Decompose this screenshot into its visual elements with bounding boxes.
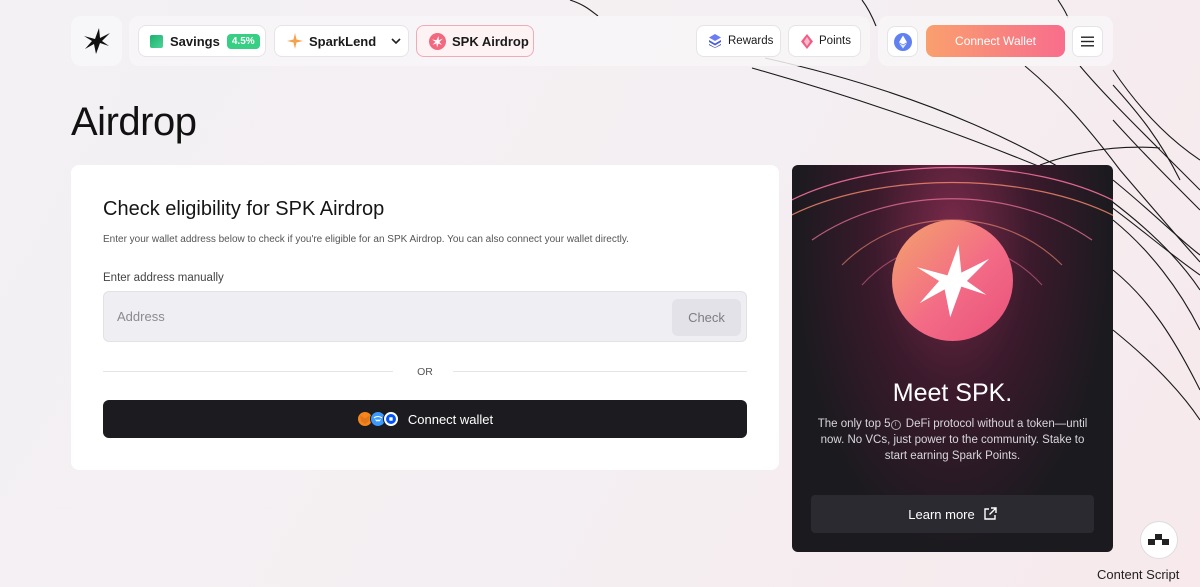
page-title: Airdrop (71, 100, 197, 144)
promo-title: Meet SPK. (892, 379, 1013, 407)
or-separator: OR (417, 366, 433, 378)
spark-star-icon (83, 28, 110, 54)
content-script-label: Content Script (1097, 567, 1180, 582)
spk-token-icon (429, 32, 446, 50)
eligibility-title: Check eligibility for SPK Airdrop (103, 198, 385, 220)
spark-logo-button[interactable] (71, 16, 122, 66)
nav-rewards[interactable]: Rewards (696, 25, 781, 57)
wallet-controls: Connect Wallet (878, 16, 1113, 66)
learn-more-label: Learn more (908, 506, 975, 522)
network-selector-button[interactable] (887, 26, 918, 57)
eligibility-description: Enter your wallet address below to check… (103, 234, 629, 245)
spk-token-large-icon (892, 220, 1013, 341)
menu-button[interactable] (1072, 26, 1103, 57)
content-script-button[interactable] (1140, 521, 1178, 559)
address-field-label: Enter address manually (103, 272, 224, 284)
nav-sparklend-dropdown[interactable]: SparkLend (274, 25, 409, 57)
header-connect-wallet-button[interactable]: Connect Wallet (926, 25, 1065, 57)
chevron-down-icon (391, 38, 401, 45)
hamburger-menu-icon (1081, 36, 1094, 47)
nav-savings[interactable]: Savings 4.5% (138, 25, 266, 57)
wallet-provider-icons (356, 411, 399, 427)
sparklend-star-icon (287, 33, 303, 49)
ethereum-icon (893, 32, 912, 51)
coinbase-wallet-icon (382, 411, 399, 427)
promo-text-before: The only top 5 (817, 418, 891, 430)
blocks-icon (1148, 534, 1169, 545)
spk-promo-card: Meet SPK. The only top 5i DeFi protocol … (792, 165, 1113, 552)
savings-icon (150, 34, 163, 48)
nav-points-label: Points (819, 35, 851, 47)
info-icon[interactable]: i (890, 420, 901, 430)
check-button[interactable]: Check (672, 299, 741, 336)
nav-rewards-label: Rewards (728, 35, 774, 47)
savings-rate-badge: 4.5% (226, 33, 260, 49)
points-gem-icon (801, 33, 813, 49)
main-nav: Savings 4.5% SparkLend SPK Airdrop Rewar… (129, 16, 870, 66)
connect-wallet-button[interactable]: Connect wallet (103, 400, 747, 438)
external-link-icon (984, 507, 997, 520)
rewards-icon (709, 34, 721, 48)
address-field-container: Check (103, 291, 747, 342)
eligibility-card: Check eligibility for SPK Airdrop Enter … (71, 165, 779, 470)
nav-sparklend-label: SparkLend (309, 33, 377, 49)
nav-spk-airdrop-label: SPK Airdrop (452, 33, 529, 49)
address-input[interactable] (104, 292, 664, 341)
connect-wallet-label: Connect wallet (407, 411, 494, 427)
learn-more-button[interactable]: Learn more (811, 495, 1094, 533)
divider-right (453, 371, 747, 372)
nav-spk-airdrop[interactable]: SPK Airdrop (416, 25, 534, 57)
nav-savings-label: Savings (170, 33, 220, 49)
promo-description: The only top 5i DeFi protocol without a … (808, 416, 1097, 464)
nav-points[interactable]: Points (788, 25, 861, 57)
